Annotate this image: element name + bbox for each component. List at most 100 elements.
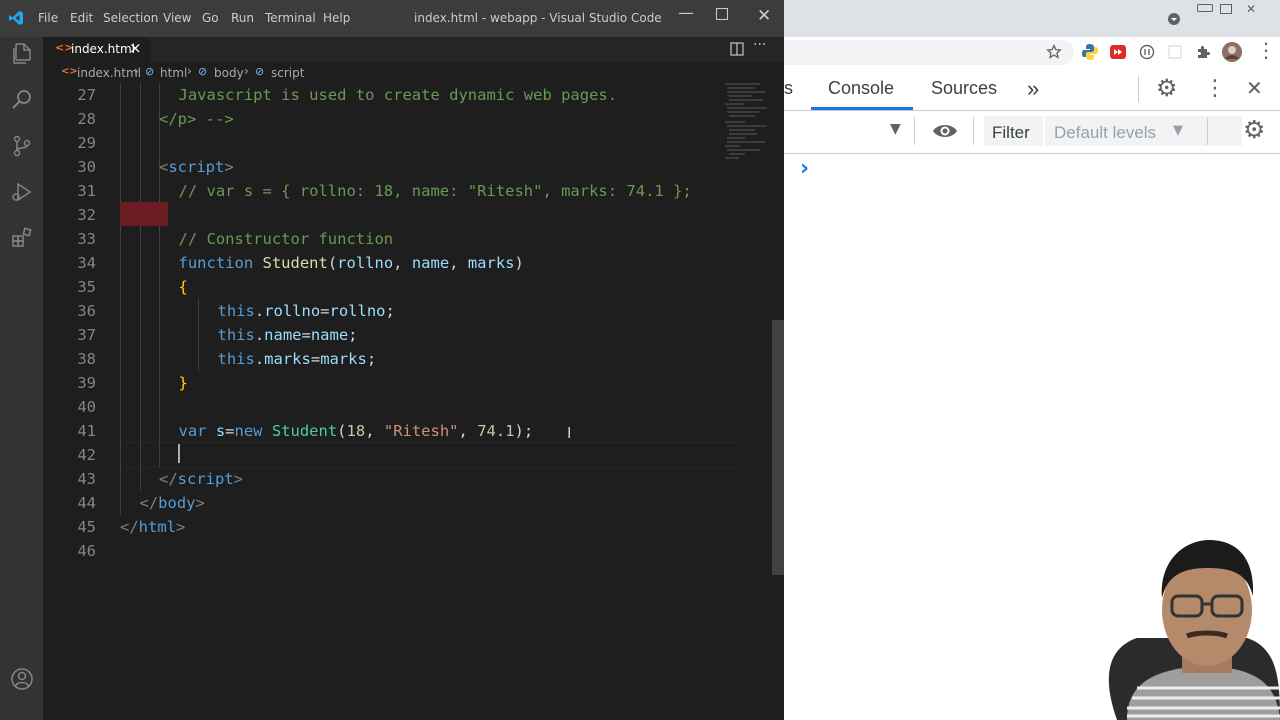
code-token: Javascript is used to create dynamic web… — [178, 86, 618, 104]
source-control-icon[interactable] — [10, 134, 34, 158]
settings-gear-icon[interactable]: ⚙ — [1156, 74, 1178, 102]
devtools-menu-icon[interactable]: ⋮ — [1204, 76, 1226, 101]
minimap[interactable] — [715, 80, 772, 170]
code-token: , — [458, 422, 478, 440]
extensions-icon[interactable] — [10, 226, 34, 250]
code-text: this.name=name; — [218, 323, 358, 347]
accounts-icon[interactable] — [10, 667, 34, 691]
explorer-icon[interactable] — [10, 42, 34, 66]
code-token: { — [178, 278, 188, 296]
more-tabs-icon[interactable]: » — [1027, 76, 1039, 102]
levels-chevron-icon: ▼ — [1173, 123, 1183, 138]
tab-close-icon[interactable]: × — [129, 39, 142, 57]
breadcrumb-file[interactable]: index.html — [77, 66, 141, 80]
menu-file[interactable]: File — [38, 11, 58, 25]
code-line: 38 this.marks=marks; — [43, 347, 743, 371]
code-text: </script> — [159, 467, 243, 491]
element-icon: ⊘ — [255, 65, 265, 78]
context-dropdown-icon[interactable]: ▼ — [890, 121, 901, 137]
restore-browser-icon[interactable] — [1220, 4, 1232, 14]
menu-view[interactable]: View — [163, 11, 191, 25]
maximize-icon[interactable] — [716, 8, 728, 20]
split-editor-icon[interactable] — [730, 42, 744, 56]
more-actions-icon[interactable]: ··· — [753, 37, 766, 53]
live-expression-eye-icon[interactable] — [932, 123, 958, 139]
editor-scrollbar[interactable] — [772, 320, 784, 575]
code-line: 30 <script> — [43, 155, 743, 179]
log-levels-dropdown[interactable]: Default levels — [1054, 123, 1156, 143]
python-extension-icon[interactable] — [1081, 43, 1099, 61]
code-token: ; — [348, 326, 358, 344]
bookmark-star-icon[interactable] — [1046, 44, 1062, 60]
code-token: var — [178, 422, 216, 440]
menu-go[interactable]: Go — [202, 11, 219, 25]
code-text: this.rollno=rollno; — [218, 299, 395, 323]
code-token: , — [393, 254, 412, 272]
code-token: this — [217, 302, 255, 320]
code-token: ); — [514, 422, 534, 440]
tab-bar: ··· — [43, 37, 784, 62]
minimize-browser-icon[interactable] — [1197, 4, 1213, 12]
code-token: body — [158, 494, 196, 512]
tab-index-html[interactable]: <> index.html × — [43, 37, 150, 62]
code-token: name — [264, 326, 302, 344]
blank-extension-icon[interactable] — [1167, 44, 1183, 60]
code-token: > — [195, 494, 205, 512]
code-token: < — [159, 158, 169, 176]
extensions-puzzle-icon[interactable] — [1195, 44, 1211, 60]
close-browser-icon[interactable]: ✕ — [1246, 2, 1256, 16]
code-token: new — [234, 422, 272, 440]
line-number: 28 — [77, 110, 96, 128]
breadcrumb-script[interactable]: script — [271, 66, 304, 80]
video-extension-icon[interactable] — [1110, 45, 1126, 59]
line-number: 30 — [77, 158, 96, 176]
breadcrumb-body[interactable]: body — [214, 66, 244, 80]
tab-elements-partial[interactable]: s — [784, 78, 793, 99]
profile-avatar[interactable] — [1222, 42, 1242, 62]
code-token: > — [176, 518, 186, 536]
breadcrumb-html[interactable]: html — [160, 66, 187, 80]
minimize-icon[interactable]: — — [678, 3, 694, 22]
code-token: marks — [467, 254, 515, 272]
browser-menu-icon[interactable]: ⋮ — [1256, 38, 1276, 62]
menu-help[interactable]: Help — [323, 11, 350, 25]
code-line: 36 this.rollno=rollno; — [43, 299, 743, 323]
text-cursor — [178, 444, 180, 463]
code-line: 41 var s=new Student(18, "Ritesh", 74.1); — [43, 419, 743, 443]
code-token: ; — [385, 302, 395, 320]
devtools-tab-bar: s Console Sources » ⚙ ⋮ ✕ — [784, 70, 1280, 111]
activity-bar — [0, 37, 43, 720]
element-icon: ⊘ — [198, 65, 208, 78]
code-token: </ — [120, 518, 139, 536]
code-token: // var s = { rollno: 18, name: "Ritesh",… — [178, 182, 692, 200]
tab-sources[interactable]: Sources — [931, 78, 997, 99]
console-prompt-icon[interactable]: › — [800, 156, 809, 181]
line-number: 41 — [77, 422, 96, 440]
tab-search-icon[interactable] — [1168, 13, 1180, 25]
close-devtools-icon[interactable]: ✕ — [1246, 76, 1263, 100]
code-token: name — [310, 326, 349, 344]
line-number: 38 — [77, 350, 96, 368]
line-number: 32 — [77, 206, 96, 224]
breadcrumb-separator: › — [187, 64, 192, 78]
close-window-icon[interactable]: ✕ — [757, 6, 771, 26]
address-bar[interactable] — [784, 40, 1074, 65]
info-extension-icon[interactable] — [1139, 44, 1155, 60]
menu-terminal[interactable]: Terminal — [265, 11, 316, 25]
code-line: 31 // var s = { rollno: 18, name: "Ritesh… — [43, 179, 743, 203]
code-token: } — [178, 374, 188, 392]
code-text: } — [179, 371, 188, 395]
run-debug-icon[interactable] — [10, 180, 34, 204]
search-icon[interactable] — [10, 88, 34, 112]
tab-console[interactable]: Console — [828, 78, 894, 99]
menu-edit[interactable]: Edit — [70, 11, 93, 25]
code-editor[interactable]: 27 Javascript is used to create dynamic w… — [43, 83, 784, 720]
line-number: 46 — [77, 542, 96, 560]
console-settings-gear-icon[interactable]: ⚙ — [1243, 115, 1265, 144]
code-token: > — [224, 158, 234, 176]
code-line: 43 </script> — [43, 467, 743, 491]
code-token: rollno — [329, 302, 386, 320]
code-token: > — [233, 470, 244, 488]
menu-run[interactable]: Run — [231, 11, 254, 25]
menu-selection[interactable]: Selection — [103, 11, 158, 25]
